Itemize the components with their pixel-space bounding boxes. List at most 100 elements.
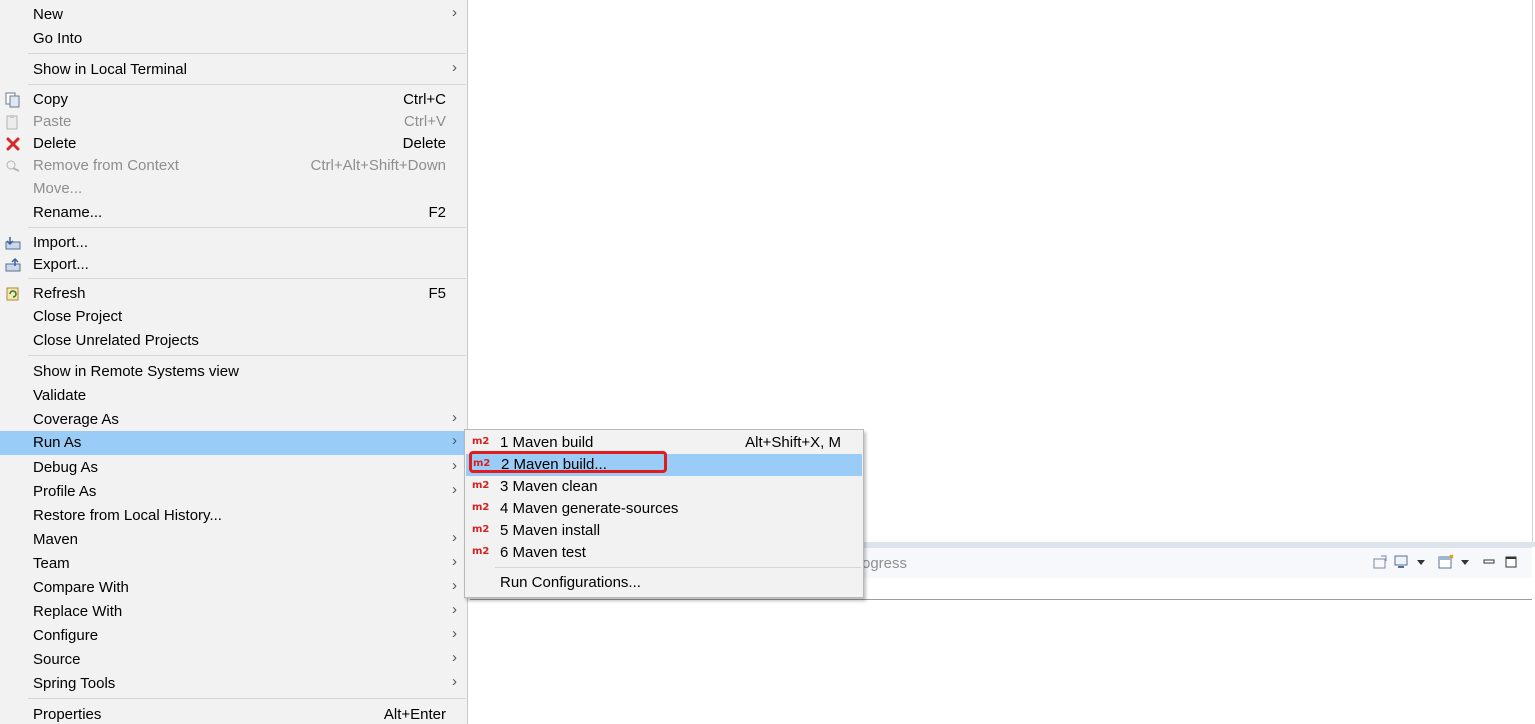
menu-item-import[interactable]: Import... [0, 231, 467, 255]
editor-border [1532, 0, 1533, 545]
maven-m2-icon: m2 [472, 502, 490, 513]
menu-item-label: Coverage As [33, 411, 119, 428]
chevron-down-icon[interactable] [1416, 554, 1432, 570]
menu-item-close-project[interactable]: Close Project [0, 305, 467, 329]
menu-separator [28, 84, 466, 85]
menu-item-label: Delete [33, 135, 77, 152]
menu-item-compare-with[interactable]: Compare With › [0, 576, 467, 600]
chevron-right-icon: › [452, 553, 457, 570]
menu-item-label: Export... [33, 256, 89, 273]
menu-item-label: Debug As [33, 459, 99, 476]
copy-icon [5, 92, 21, 108]
menu-item-label: Show in Remote Systems view [33, 363, 239, 380]
chevron-right-icon: › [452, 432, 457, 449]
menu-item-shortcut: Alt+Enter [383, 706, 446, 723]
menu-separator [28, 53, 466, 54]
submenu-item-label: 4 Maven generate-sources [500, 500, 679, 517]
menu-item-properties[interactable]: Properties Alt+Enter [0, 703, 467, 724]
submenu-item-label: 3 Maven clean [500, 478, 598, 495]
submenu-item-run-configurations[interactable]: Run Configurations... [465, 572, 863, 594]
menu-item-label: Show in Local Terminal [33, 61, 187, 78]
menu-item-refresh[interactable]: Refresh F5 [0, 282, 467, 306]
menu-item-label: Close Unrelated Projects [33, 332, 199, 349]
chevron-right-icon: › [452, 673, 457, 690]
menu-item-label: Profile As [33, 483, 97, 500]
menu-item-label: Move... [33, 180, 83, 197]
maximize-icon[interactable] [1504, 554, 1520, 570]
menu-item-spring-tools[interactable]: Spring Tools › [0, 672, 467, 696]
menu-item-shortcut: F2 [428, 204, 446, 221]
menu-item-label: Properties [33, 706, 102, 723]
submenu-item-label: 5 Maven install [500, 522, 601, 539]
submenu-item-maven-install[interactable]: m2 5 Maven install [465, 520, 863, 542]
paste-icon [5, 114, 21, 130]
menu-item-source[interactable]: Source › [0, 648, 467, 672]
menu-item-label: New [33, 6, 64, 23]
menu-item-coverage-as[interactable]: Coverage As › [0, 408, 467, 432]
menu-item-remove-from-context[interactable]: Remove from Context Ctrl+Alt+Shift+Down [0, 154, 467, 178]
bottom-view-toolbar [1372, 554, 1520, 570]
menu-item-run-as[interactable]: Run As › [0, 431, 467, 455]
submenu-item-maven-test[interactable]: m2 6 Maven test [465, 542, 863, 564]
menu-item-maven[interactable]: Maven › [0, 528, 467, 552]
menu-item-delete[interactable]: Delete Delete [0, 132, 467, 156]
menu-item-new[interactable]: New › [0, 3, 467, 27]
menu-item-show-in-remote-systems[interactable]: Show in Remote Systems view [0, 360, 467, 384]
chevron-right-icon: › [452, 625, 457, 642]
chevron-right-icon: › [452, 409, 457, 426]
menu-item-label: Restore from Local History... [33, 507, 222, 524]
menu-item-restore-local-history[interactable]: Restore from Local History... [0, 504, 467, 528]
delete-icon [5, 136, 21, 152]
menu-item-validate[interactable]: Validate [0, 384, 467, 408]
menu-item-export[interactable]: Export... [0, 253, 467, 277]
maven-m2-icon: m2 [472, 480, 490, 491]
menu-separator [28, 355, 466, 356]
menu-item-label: Validate [33, 387, 87, 404]
chevron-right-icon: › [452, 529, 457, 546]
console-display-icon[interactable] [1394, 554, 1410, 570]
maven-m2-icon: m2 [472, 524, 490, 535]
minimize-icon[interactable] [1482, 554, 1498, 570]
menu-item-copy[interactable]: Copy Ctrl+C [0, 88, 467, 112]
menu-item-paste[interactable]: Paste Ctrl+V [0, 110, 467, 134]
menu-item-label: Spring Tools [33, 675, 116, 692]
menu-item-label: Configure [33, 627, 99, 644]
highlight-annotation [469, 451, 667, 473]
menu-item-shortcut: F5 [428, 285, 446, 302]
menu-item-label: Team [33, 555, 70, 572]
submenu-item-label: 1 Maven build [500, 434, 594, 451]
menu-item-replace-with[interactable]: Replace With › [0, 600, 467, 624]
new-console-icon[interactable] [1438, 554, 1454, 570]
submenu-item-label: Run Configurations... [500, 574, 641, 591]
menu-item-team[interactable]: Team › [0, 552, 467, 576]
menu-item-shortcut: Ctrl+Alt+Shift+Down [310, 157, 446, 174]
chevron-down-icon[interactable] [1460, 554, 1476, 570]
menu-item-go-into[interactable]: Go Into [0, 27, 467, 51]
menu-item-show-in-local-terminal[interactable]: Show in Local Terminal › [0, 58, 467, 82]
menu-item-shortcut: Ctrl+V [403, 113, 446, 130]
menu-item-shortcut: Delete [402, 135, 446, 152]
menu-item-label: Source [33, 651, 81, 668]
menu-item-debug-as[interactable]: Debug As › [0, 456, 467, 480]
pin-icon[interactable] [1372, 554, 1388, 570]
menu-item-close-unrelated-projects[interactable]: Close Unrelated Projects [0, 329, 467, 353]
menu-item-move[interactable]: Move... [0, 177, 467, 201]
submenu-item-maven-clean[interactable]: m2 3 Maven clean [465, 476, 863, 498]
menu-item-rename[interactable]: Rename... F2 [0, 201, 467, 225]
chevron-right-icon: › [452, 577, 457, 594]
menu-item-label: Copy [33, 91, 69, 108]
bottom-view-divider [470, 599, 1532, 600]
menu-item-label: Import... [33, 234, 89, 251]
menu-item-label: Close Project [33, 308, 123, 325]
menu-item-label: Run As [33, 434, 82, 451]
chevron-right-icon: › [452, 59, 457, 76]
submenu-item-maven-generate-sources[interactable]: m2 4 Maven generate-sources [465, 498, 863, 520]
menu-item-profile-as[interactable]: Profile As › [0, 480, 467, 504]
menu-item-configure[interactable]: Configure › [0, 624, 467, 648]
chevron-right-icon: › [452, 481, 457, 498]
menu-item-label: Refresh [33, 285, 86, 302]
context-menu: New › Go Into Show in Local Terminal › C… [0, 0, 468, 724]
progress-tab-label[interactable]: ogress [862, 555, 907, 572]
import-icon [5, 235, 21, 251]
chevron-right-icon: › [452, 649, 457, 666]
